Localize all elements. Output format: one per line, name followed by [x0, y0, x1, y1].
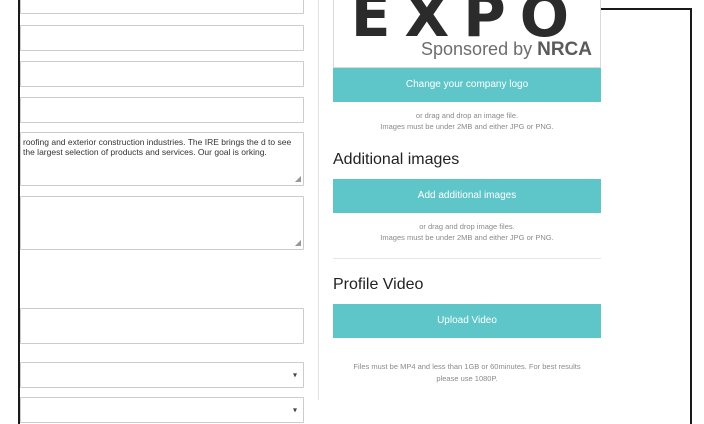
video-hint-line-2: please use 1080P. — [436, 374, 498, 383]
additional-images-title: Additional images — [333, 151, 460, 168]
add-additional-images-button[interactable]: Add additional images — [333, 179, 601, 213]
chevron-down-icon: ▾ — [292, 370, 297, 380]
description-textarea[interactable]: roofing and exterior construction indust… — [20, 132, 304, 186]
screenshot-frame-top — [600, 8, 692, 10]
logo-sponsor-brand: NRCA — [537, 39, 592, 60]
images-hint-line-1: or drag and drop image files. — [419, 222, 515, 231]
select-dropdown-1[interactable]: ▾ — [20, 362, 304, 388]
section-divider — [333, 258, 601, 259]
description-text: roofing and exterior construction indust… — [23, 137, 292, 157]
text-input-1[interactable] — [20, 0, 304, 14]
resize-handle-icon[interactable]: ◢ — [295, 175, 301, 183]
video-hint-line-1: Files must be MP4 and less than 1GB or 6… — [353, 362, 581, 371]
logo-sponsor-prefix: Sponsored by — [421, 39, 533, 59]
company-logo-preview: EXPO Sponsored by NRCA — [333, 0, 601, 68]
profile-video-title: Profile Video — [333, 276, 424, 293]
upload-video-button[interactable]: Upload Video — [333, 304, 601, 338]
images-hint-line-2: Images must be under 2MB and either JPG … — [380, 233, 554, 242]
resize-handle-icon[interactable]: ◢ — [295, 239, 301, 247]
chevron-down-icon: ▾ — [292, 405, 297, 415]
logo-hint-line-1: or drag and drop an image file. — [415, 111, 519, 120]
secondary-textarea[interactable]: ◢ — [20, 196, 304, 250]
text-input-2[interactable] — [20, 25, 304, 51]
screenshot-frame-right — [690, 8, 692, 424]
text-input-3[interactable] — [20, 61, 304, 87]
column-divider — [318, 0, 319, 400]
logo-hint-line-2: Images must be under 2MB and either JPG … — [380, 122, 554, 131]
select-dropdown-2[interactable]: ▾ — [20, 397, 304, 423]
text-input-5[interactable] — [20, 308, 304, 344]
change-logo-button[interactable]: Change your company logo — [333, 68, 601, 102]
text-input-4[interactable] — [20, 97, 304, 123]
logo-sponsor-line: Sponsored by NRCA — [421, 38, 592, 61]
